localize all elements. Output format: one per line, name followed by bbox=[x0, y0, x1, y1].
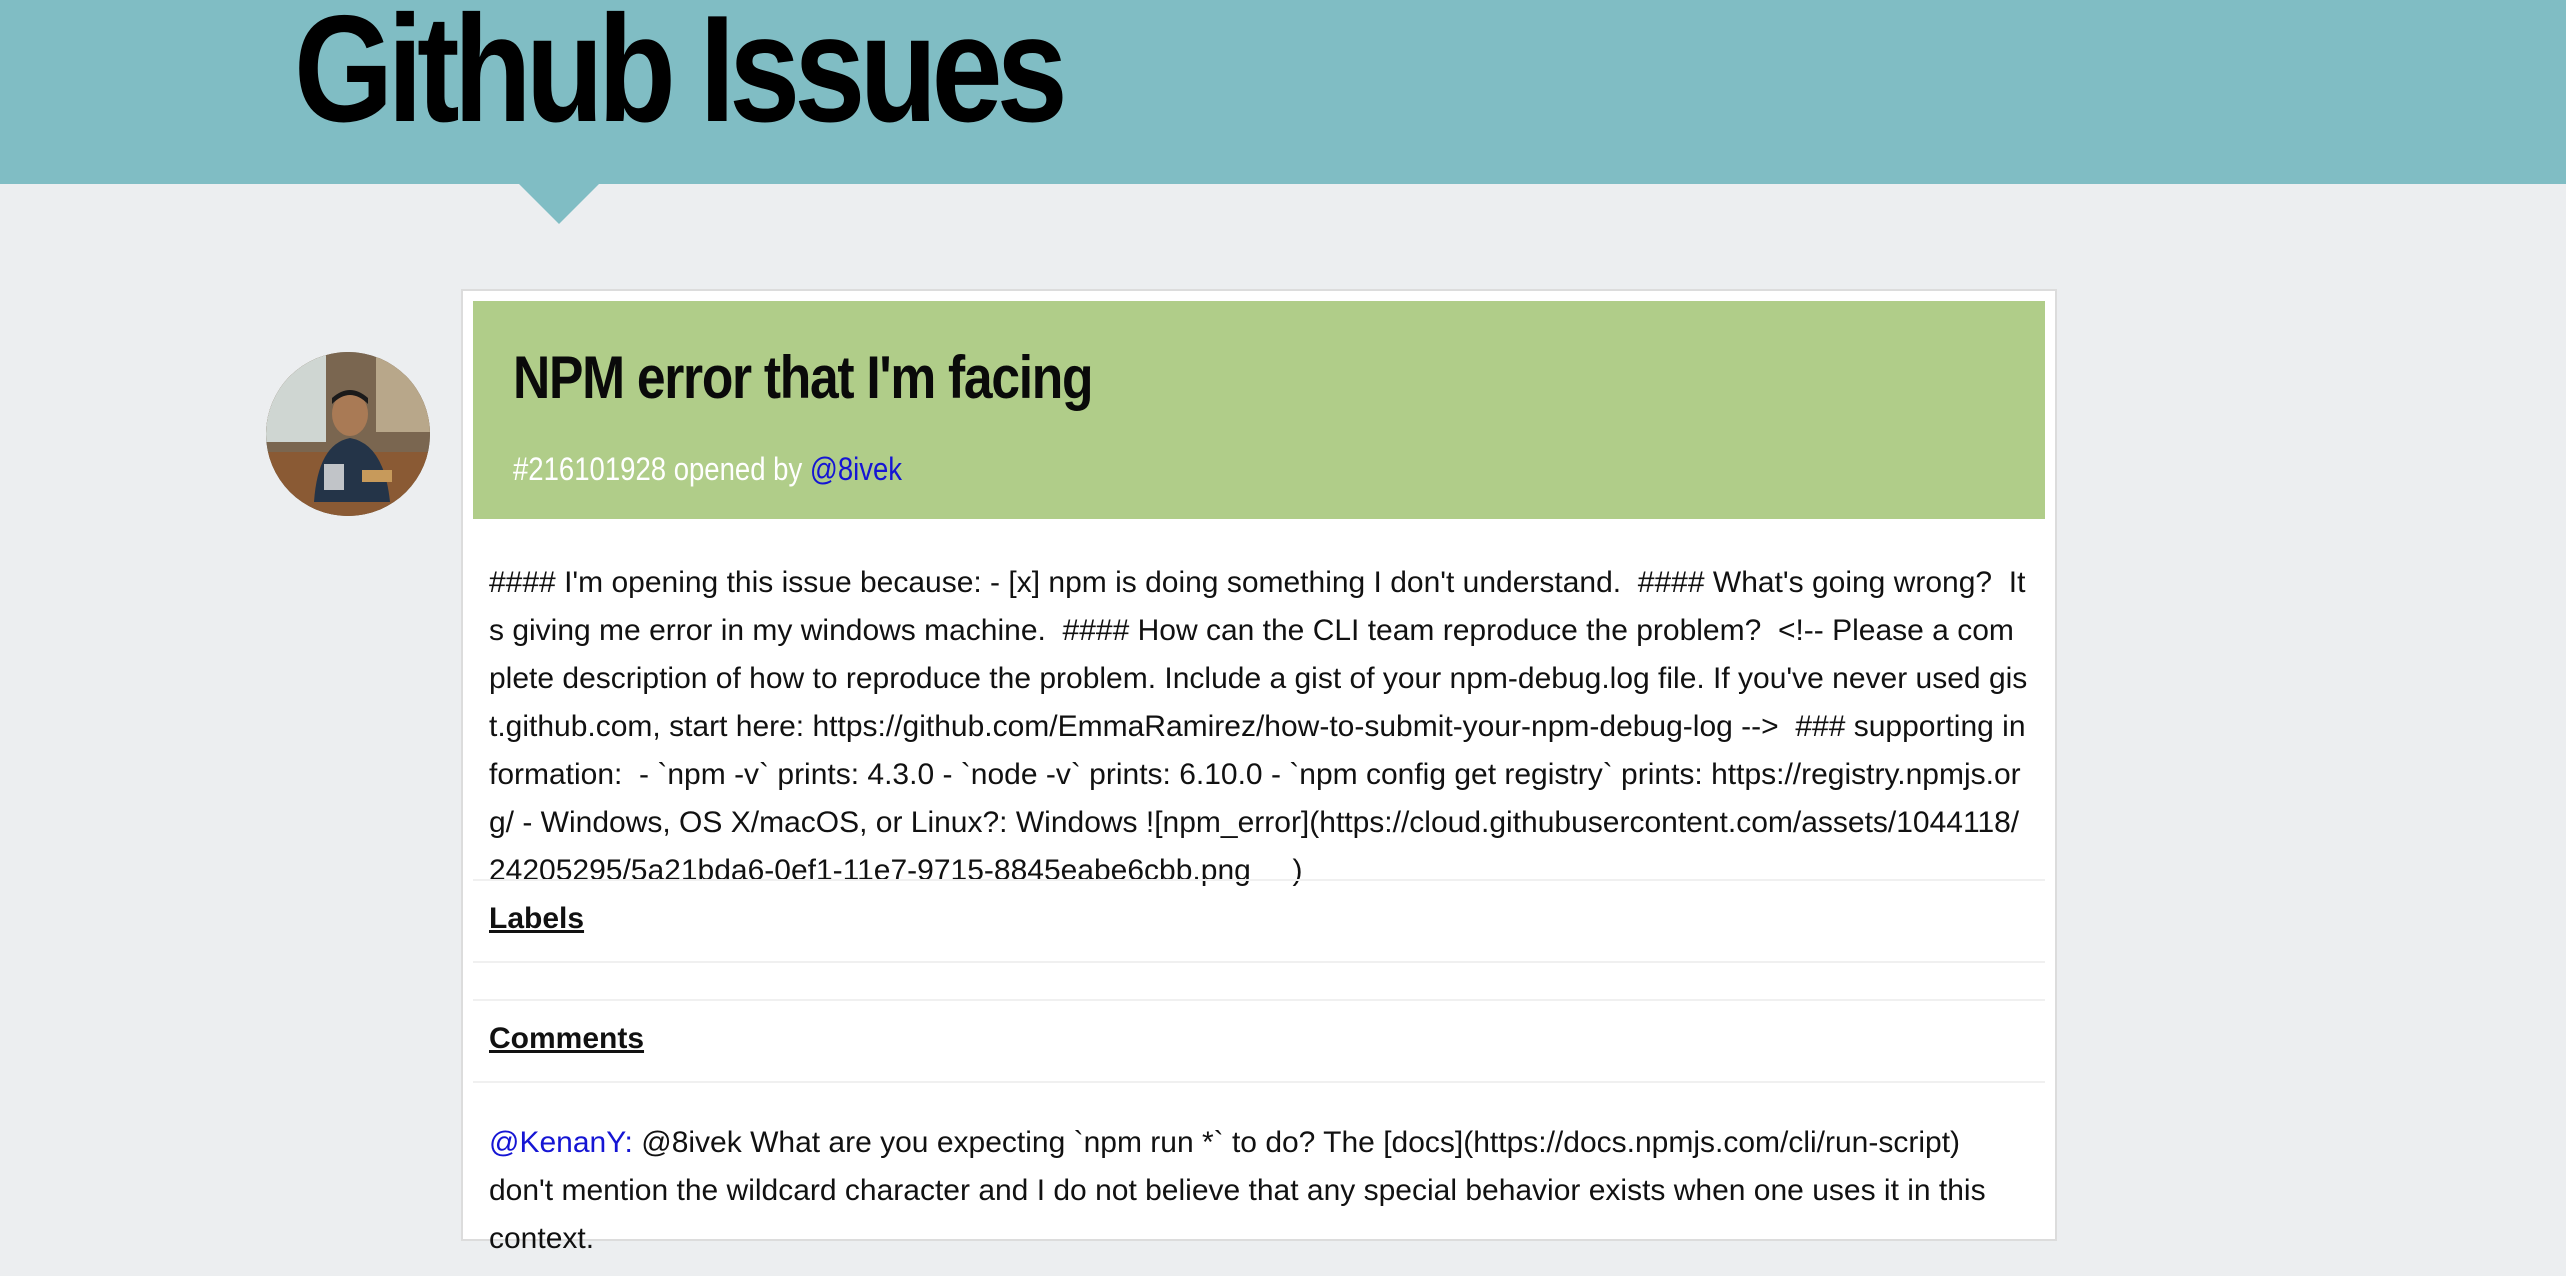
issue-card: NPM error that I'm facing #216101928 ope… bbox=[461, 289, 2057, 1255]
user-avatar[interactable] bbox=[266, 352, 430, 516]
divider bbox=[473, 879, 2045, 881]
issue-author-link[interactable]: @8ivek bbox=[810, 451, 902, 487]
issue-header: NPM error that I'm facing #216101928 ope… bbox=[473, 301, 2045, 519]
divider bbox=[473, 999, 2045, 1001]
labels-heading: Labels bbox=[489, 902, 585, 935]
issue-title: NPM error that I'm facing bbox=[513, 344, 1094, 411]
divider bbox=[473, 961, 2045, 963]
comment-author-link[interactable]: @KenanY: bbox=[489, 1126, 633, 1159]
divider bbox=[473, 1081, 2045, 1083]
issue-number: #216101928 bbox=[513, 451, 667, 487]
comments-heading: Comments bbox=[489, 1022, 645, 1055]
issue-body: #### I'm opening this issue because: - [… bbox=[489, 566, 2028, 887]
user-avatar-photo-icon bbox=[266, 352, 430, 516]
issue-opened-by-label: opened by bbox=[673, 451, 803, 487]
header-bar: Github Issues bbox=[0, 0, 2566, 184]
header-pointer bbox=[519, 184, 599, 224]
comment-item: @KenanY: @8ivek What are you expecting `… bbox=[489, 1119, 2029, 1263]
comment-text: @8ivek What are you expecting `npm run *… bbox=[489, 1126, 1986, 1255]
issue-meta: #216101928 opened by @8ivek bbox=[513, 451, 902, 488]
site-title: Github Issues bbox=[294, 0, 1068, 154]
